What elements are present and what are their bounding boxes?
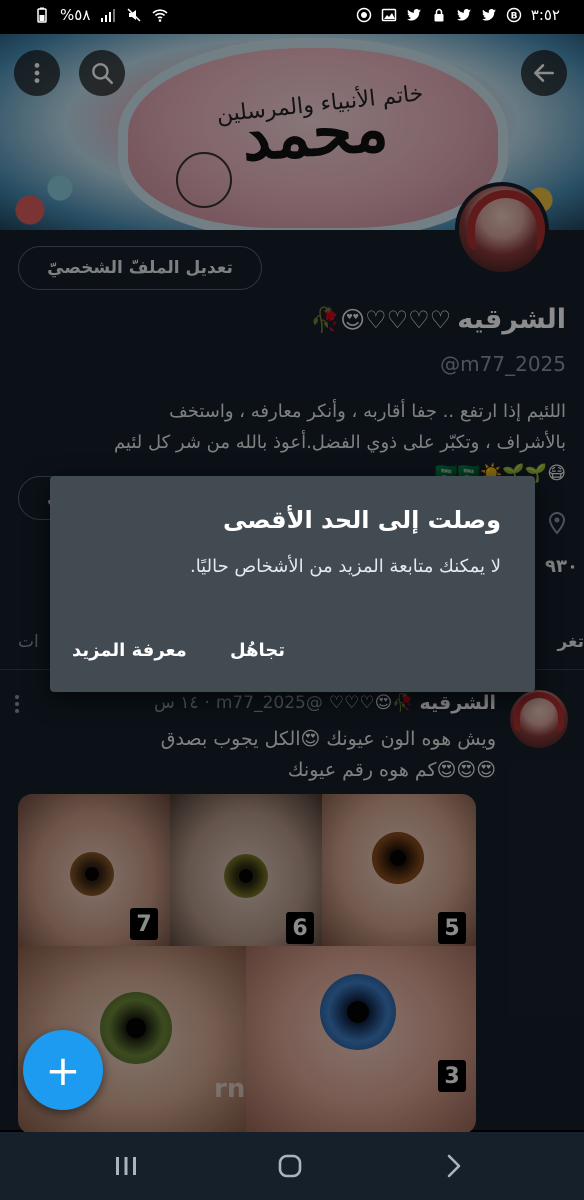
twitter-icon <box>456 8 471 21</box>
compose-tweet-button[interactable]: + <box>23 1030 103 1110</box>
home-button[interactable] <box>274 1150 306 1182</box>
status-bar: %٥٨ B ٣:٥٢ <box>0 0 584 34</box>
twitter-icon <box>481 8 496 21</box>
lock-icon <box>434 8 444 22</box>
recent-apps-icon <box>116 1157 136 1175</box>
system-back-button[interactable] <box>438 1150 470 1182</box>
svg-text:B: B <box>510 12 517 22</box>
dialog-message: لا يمكنك متابعة المزيد من الأشخاص حاليًا… <box>189 556 501 577</box>
battery-icon <box>37 7 47 23</box>
b-icon: B <box>506 7 521 23</box>
plus-icon: + <box>45 1045 81 1095</box>
status-bar-right: B ٣:٥٢ <box>356 6 560 24</box>
recent-apps-button[interactable] <box>110 1150 142 1182</box>
whatsapp-icon <box>356 7 372 23</box>
chevron-right-icon <box>447 1154 461 1178</box>
twitter-icon <box>406 8 421 21</box>
battery-percent: %٥٨ <box>60 6 91 24</box>
mute-icon <box>127 8 141 22</box>
gallery-icon <box>381 8 397 22</box>
home-icon <box>278 1154 302 1178</box>
status-bar-left: %٥٨ <box>34 6 168 24</box>
clock: ٣:٥٢ <box>530 6 560 24</box>
system-navigation-bar <box>0 1132 584 1200</box>
follow-limit-dialog: وصلت إلى الحد الأقصى لا يمكنك متابعة الم… <box>50 476 535 692</box>
dialog-title: وصلت إلى الحد الأقصى <box>222 506 501 534</box>
ignore-button[interactable]: تجاهُل <box>230 640 285 661</box>
signal-icon <box>101 9 116 22</box>
wifi-icon <box>152 9 168 22</box>
learn-more-button[interactable]: معرفة المزيد <box>72 640 187 661</box>
